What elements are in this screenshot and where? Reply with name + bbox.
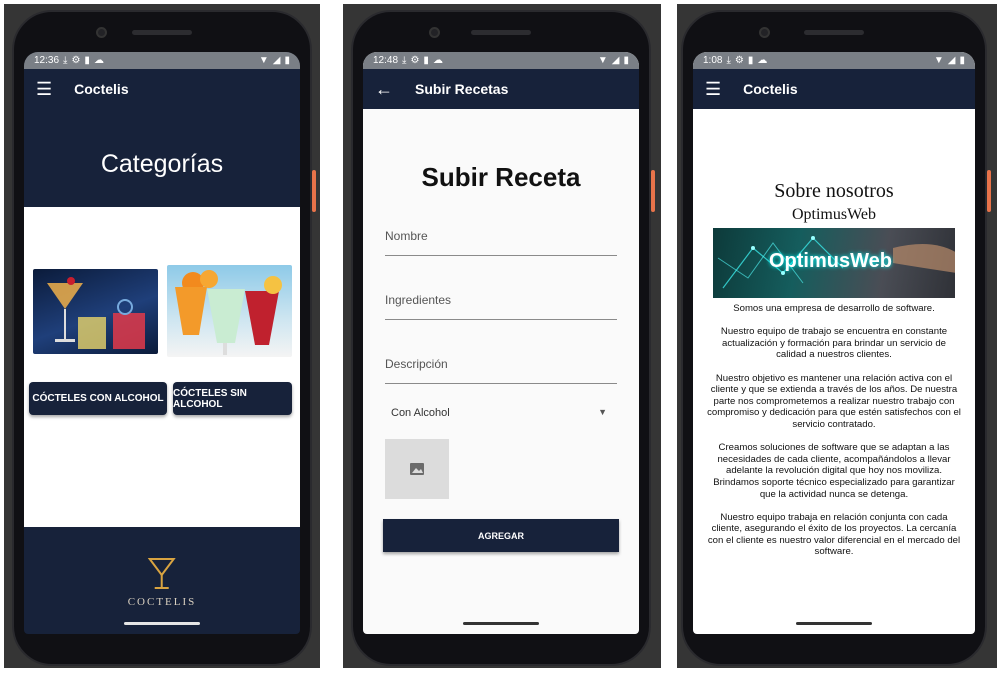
about-paragraph: Creamos soluciones de software que se ad…: [713, 442, 955, 500]
banner-text: OptimusWeb: [769, 250, 892, 272]
panel-1: 12:36 ⤓ ⚙ ▮ ☁ ▼ ◢ ▮ ☰ Coctelis Categoría…: [4, 4, 320, 668]
menu-icon[interactable]: ☰: [36, 79, 52, 100]
camera: [759, 27, 770, 38]
ingredientes-field[interactable]: Ingredientes: [385, 293, 617, 320]
settings-icon: ⚙: [734, 55, 744, 66]
panel-2: 12:48 ⤓ ⚙ ▮ ☁ ▼ ◢ ▮ ← Subir Recetas Subi…: [343, 4, 661, 668]
cocktail-glass-icon: [148, 558, 176, 589]
cloud-icon: ☁: [757, 55, 768, 66]
about-paragraph: Somos una empresa de desarrollo de softw…: [733, 303, 935, 314]
settings-icon: ⚙: [71, 55, 81, 66]
app-bar: ← Subir Recetas: [363, 69, 639, 109]
signal-icon: ◢: [947, 55, 956, 66]
image-picker[interactable]: [385, 439, 449, 499]
optimusweb-banner: OptimusWeb: [713, 228, 955, 298]
cloud-icon: ☁: [432, 55, 443, 66]
earpiece: [132, 30, 192, 35]
battery-icon: ▮: [623, 55, 629, 66]
app-title: Coctelis: [74, 81, 129, 97]
agregar-button[interactable]: AGREGAR: [383, 519, 619, 552]
nombre-field[interactable]: Nombre: [385, 229, 617, 256]
hero-title: Categorías: [100, 150, 224, 178]
back-arrow-icon[interactable]: ←: [375, 79, 393, 100]
status-time: 12:48: [373, 55, 399, 66]
about-paragraph: Nuestro equipo de trabajo se encuentra e…: [720, 326, 948, 361]
side-button: [312, 170, 316, 212]
screen-sobre-nosotros: 1:08 ⤓ ⚙ ▮ ☁ ▼ ◢ ▮ ☰ Coctelis Sobre noso…: [693, 52, 975, 634]
app-bar: ☰ Coctelis: [24, 69, 300, 109]
app-title: Subir Recetas: [415, 81, 509, 97]
about-heading: Sobre nosotros: [774, 180, 894, 202]
side-button: [651, 170, 655, 212]
cocteles-con-alcohol-button[interactable]: CÓCTELES CON ALCOHOL: [29, 382, 167, 415]
sim-icon: ▮: [423, 55, 429, 66]
about-paragraph: Nuestro objetivo es mantener una relació…: [707, 372, 961, 430]
phone-frame-1: 12:36 ⤓ ⚙ ▮ ☁ ▼ ◢ ▮ ☰ Coctelis Categoría…: [12, 10, 316, 666]
cocktails-sin-alcohol-image[interactable]: [167, 265, 292, 357]
status-time: 12:36: [34, 55, 60, 66]
about-subheading: OptimusWeb: [791, 206, 877, 223]
panel-3: 1:08 ⤓ ⚙ ▮ ☁ ▼ ◢ ▮ ☰ Coctelis Sobre noso…: [677, 4, 997, 668]
gesture-bar[interactable]: [24, 612, 300, 634]
about-paragraph: Nuestro equipo trabaja en relación conju…: [707, 511, 961, 558]
sim-icon: ▮: [747, 55, 754, 66]
signal-icon: ◢: [272, 55, 281, 66]
settings-icon: ⚙: [410, 55, 420, 66]
cocteles-sin-alcohol-button[interactable]: CÓCTELES SIN ALCOHOL: [173, 382, 292, 415]
app-bar: ☰ Coctelis: [693, 69, 975, 109]
logo-text: COCTELIS: [127, 596, 197, 608]
earpiece: [804, 30, 864, 35]
cocktails-alcohol-image[interactable]: [33, 269, 158, 354]
status-bar: 12:48 ⤓ ⚙ ▮ ☁ ▼ ◢ ▮: [363, 52, 639, 69]
battery-icon: ▮: [284, 55, 290, 66]
phone-frame-3: 1:08 ⤓ ⚙ ▮ ☁ ▼ ◢ ▮ ☰ Coctelis Sobre noso…: [681, 10, 991, 666]
status-bar: 12:36 ⤓ ⚙ ▮ ☁ ▼ ◢ ▮: [24, 52, 300, 69]
phone-frame-2: 12:48 ⤓ ⚙ ▮ ☁ ▼ ◢ ▮ ← Subir Recetas Subi…: [351, 10, 655, 666]
side-button: [987, 170, 991, 212]
earpiece: [471, 30, 531, 35]
gesture-bar[interactable]: [693, 612, 975, 634]
screen-categorias: 12:36 ⤓ ⚙ ▮ ☁ ▼ ◢ ▮ ☰ Coctelis Categoría…: [24, 52, 300, 634]
menu-icon[interactable]: ☰: [705, 79, 721, 100]
gesture-bar[interactable]: [363, 612, 639, 634]
status-time: 1:08: [703, 55, 723, 66]
dropdown-arrow-icon: ▼: [598, 407, 607, 417]
camera: [96, 27, 107, 38]
status-bar: 1:08 ⤓ ⚙ ▮ ☁ ▼ ◢ ▮: [693, 52, 975, 69]
dropdown-value: Con Alcohol: [391, 407, 450, 419]
download-icon: ⤓: [726, 55, 731, 66]
signal-icon: ◢: [611, 55, 620, 66]
page-title: Subir Receta: [421, 162, 581, 192]
cloud-icon: ☁: [93, 55, 104, 66]
app-logo: COCTELIS: [128, 557, 197, 608]
screen-subir-receta: 12:48 ⤓ ⚙ ▮ ☁ ▼ ◢ ▮ ← Subir Recetas Subi…: [363, 52, 639, 634]
battery-icon: ▮: [959, 55, 965, 66]
categories-content: CÓCTELES CON ALCOHOL CÓCTELES SIN ALCOHO…: [24, 207, 300, 527]
wifi-icon: ▼: [933, 55, 944, 66]
descripcion-field[interactable]: Descripción: [385, 357, 617, 384]
download-icon: ⤓: [402, 55, 407, 66]
image-placeholder-icon: [410, 463, 424, 475]
wifi-icon: ▼: [597, 55, 608, 66]
app-title: Coctelis: [743, 81, 798, 97]
about-text: Somos una empresa de desarrollo de softw…: [707, 303, 961, 570]
wifi-icon: ▼: [258, 55, 269, 66]
download-icon: ⤓: [63, 55, 68, 66]
sim-icon: ▮: [84, 55, 90, 66]
categoria-dropdown[interactable]: Con Alcohol ▼: [391, 407, 607, 419]
camera: [429, 27, 440, 38]
